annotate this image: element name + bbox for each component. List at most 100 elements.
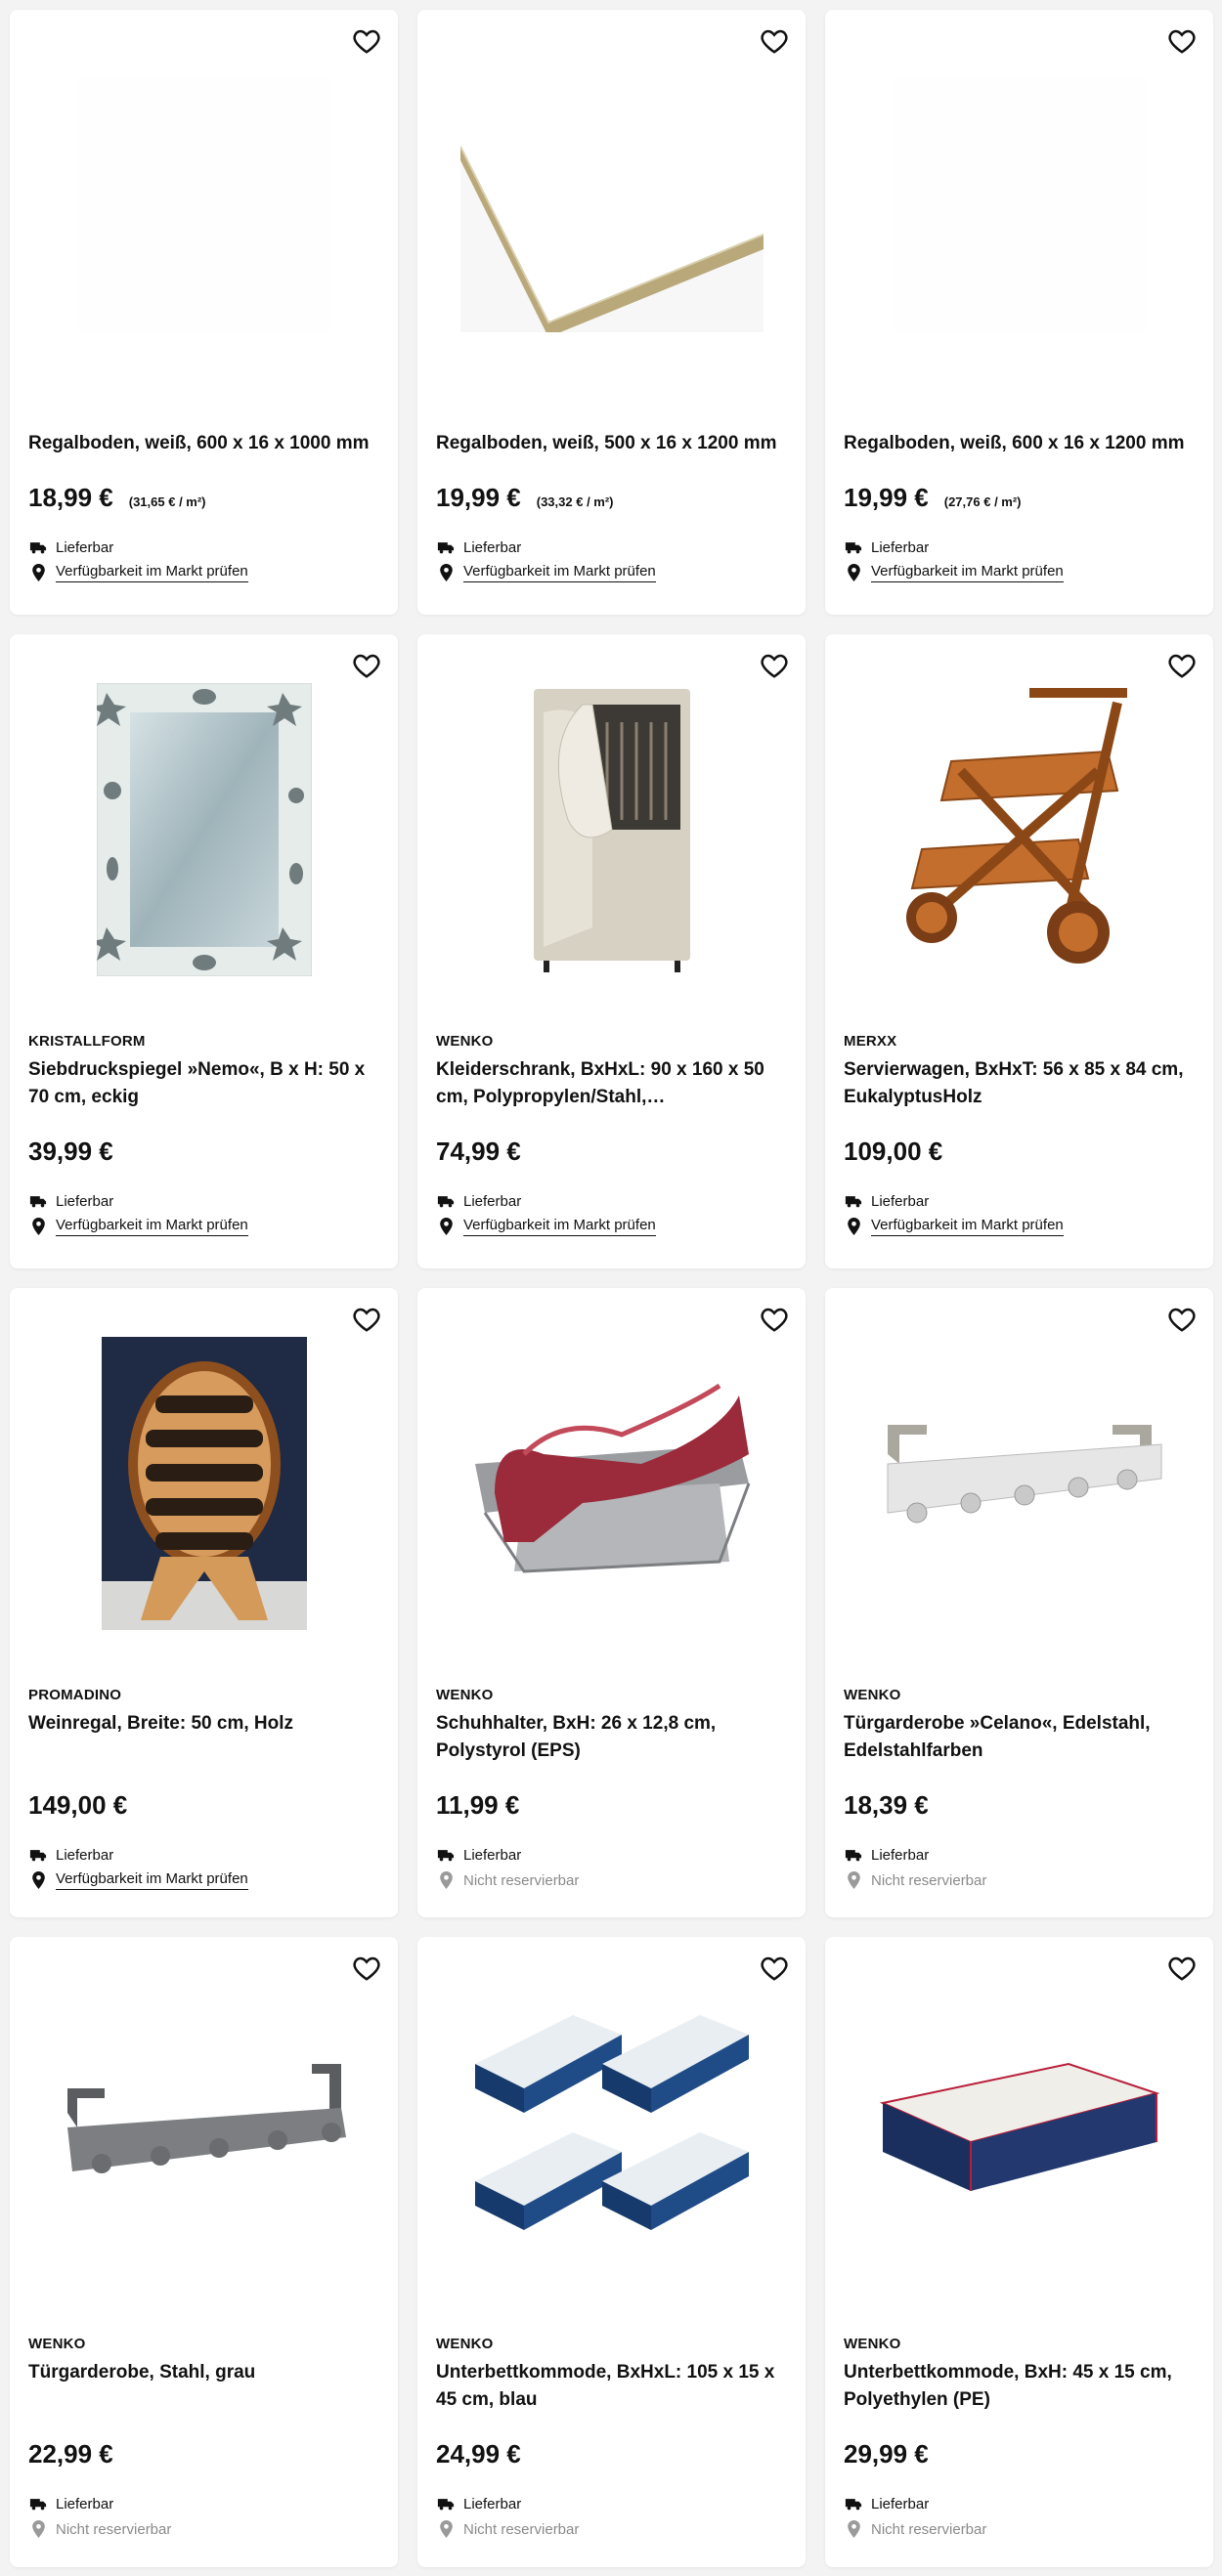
unit-price: (31,65 € / m²) xyxy=(128,494,206,509)
product-grid: Regalboden, weiß, 600 x 16 x 1000 mm 18,9… xyxy=(0,0,1222,2576)
product-title[interactable]: Regalboden, weiß, 600 x 16 x 1200 mm xyxy=(844,430,1195,457)
price-line: 18,39 € xyxy=(844,1790,1195,1821)
delivery-status: Lieferbar xyxy=(436,535,787,560)
delivery-label: Lieferbar xyxy=(871,538,930,556)
product-card[interactable]: WENKO Unterbettkommode, BxH: 45 x 15 cm, … xyxy=(825,1937,1213,2567)
product-image[interactable] xyxy=(825,1327,1213,1640)
product-card[interactable]: KRISTALLFORM Siebdruckspiegel »Nemo«, B x… xyxy=(10,634,398,1268)
product-title[interactable]: Regalboden, weiß, 600 x 16 x 1000 mm xyxy=(28,430,379,457)
product-card[interactable]: WENKO Türgarderobe, Stahl, grau 22,99 € Lie… xyxy=(10,1937,398,2567)
availability-row[interactable]: Verfügbarkeit im Markt prüfen xyxy=(28,1868,379,1893)
product-brand: WENKO xyxy=(28,2336,86,2352)
product-card[interactable]: WENKO Türgarderobe »Celano«, Edelstahl, E… xyxy=(825,1288,1213,1917)
not-reservable-label: Nicht reservierbar xyxy=(463,1871,580,1889)
delivery-label: Lieferbar xyxy=(56,1846,114,1864)
price-line: 149,00 € xyxy=(28,1790,379,1821)
product-image[interactable] xyxy=(10,1327,398,1640)
delivery-label: Lieferbar xyxy=(871,1192,930,1210)
product-card[interactable]: WENKO Unterbettkommode, BxHxL: 105 x 15 x… xyxy=(417,1937,806,2567)
availability-row[interactable]: Verfügbarkeit im Markt prüfen xyxy=(844,1214,1195,1239)
location-pin-icon xyxy=(844,1870,863,1890)
truck-icon xyxy=(28,1191,48,1211)
price-line: 18,99 € (31,65 € / m²) xyxy=(28,483,379,513)
product-title[interactable]: Servierwagen, BxHxT: 56 x 85 x 84 cm, Eu… xyxy=(844,1056,1195,1111)
delivery-label: Lieferbar xyxy=(463,538,522,556)
product-image[interactable] xyxy=(10,673,398,986)
product-brand: WENKO xyxy=(436,1033,494,1050)
availability-row[interactable]: Verfügbarkeit im Markt prüfen xyxy=(436,1214,787,1239)
product-image[interactable] xyxy=(825,1976,1213,2289)
availability-row: Nicht reservierbar xyxy=(436,2516,787,2542)
delivery-status: Lieferbar xyxy=(436,1188,787,1214)
product-price: 39,99 € xyxy=(28,1137,113,1166)
truck-icon xyxy=(844,2494,863,2513)
location-pin-icon xyxy=(28,2519,48,2539)
product-image[interactable] xyxy=(825,673,1213,986)
product-title[interactable]: Weinregal, Breite: 50 cm, Holz xyxy=(28,1710,379,1738)
price-line: 19,99 € (33,32 € / m²) xyxy=(436,483,787,513)
product-card[interactable]: PROMADINO Weinregal, Breite: 50 cm, Holz 1… xyxy=(10,1288,398,1917)
price-line: 22,99 € xyxy=(28,2439,379,2469)
availability-row[interactable]: Verfügbarkeit im Markt prüfen xyxy=(28,560,379,585)
delivery-label: Lieferbar xyxy=(56,538,114,556)
product-card[interactable]: WENKO Kleiderschrank, BxHxL: 90 x 160 x 5… xyxy=(417,634,806,1268)
product-price: 19,99 € xyxy=(436,483,521,512)
product-title[interactable]: Schuhhalter, BxH: 26 x 12,8 cm, Polystyr… xyxy=(436,1710,787,1765)
availability-row[interactable]: Verfügbarkeit im Markt prüfen xyxy=(436,560,787,585)
delivery-status: Lieferbar xyxy=(436,2491,787,2516)
check-availability-link[interactable]: Verfügbarkeit im Markt prüfen xyxy=(871,1217,1064,1236)
availability-row[interactable]: Verfügbarkeit im Markt prüfen xyxy=(28,1214,379,1239)
location-pin-icon xyxy=(28,1217,48,1236)
location-pin-icon xyxy=(28,1870,48,1890)
product-title[interactable]: Unterbettkommode, BxH: 45 x 15 cm, Polye… xyxy=(844,2359,1195,2414)
delivery-status: Lieferbar xyxy=(28,535,379,560)
availability-row: Nicht reservierbar xyxy=(436,1868,787,1893)
check-availability-link[interactable]: Verfügbarkeit im Markt prüfen xyxy=(871,563,1064,582)
product-brand: WENKO xyxy=(436,1687,494,1703)
product-title[interactable]: Regalboden, weiß, 500 x 16 x 1200 mm xyxy=(436,430,787,457)
product-brand: WENKO xyxy=(436,2336,494,2352)
product-price: 149,00 € xyxy=(28,1790,128,1820)
price-line: 29,99 € xyxy=(844,2439,1195,2469)
check-availability-link[interactable]: Verfügbarkeit im Markt prüfen xyxy=(56,1870,248,1890)
product-image[interactable] xyxy=(417,49,806,362)
product-card[interactable]: Regalboden, weiß, 600 x 16 x 1000 mm 18,9… xyxy=(10,10,398,615)
price-line: 74,99 € xyxy=(436,1137,787,1167)
product-image[interactable] xyxy=(825,49,1213,362)
delivery-status: Lieferbar xyxy=(844,1842,1195,1868)
product-title[interactable]: Türgarderobe »Celano«, Edelstahl, Edelst… xyxy=(844,1710,1195,1765)
truck-icon xyxy=(844,1845,863,1865)
check-availability-link[interactable]: Verfügbarkeit im Markt prüfen xyxy=(463,563,656,582)
product-card[interactable]: MERXX Servierwagen, BxHxT: 56 x 85 x 84 c… xyxy=(825,634,1213,1268)
product-brand: KRISTALLFORM xyxy=(28,1033,146,1050)
not-reservable-label: Nicht reservierbar xyxy=(871,2520,987,2538)
location-pin-icon xyxy=(844,1217,863,1236)
product-brand: WENKO xyxy=(844,1687,901,1703)
availability-row[interactable]: Verfügbarkeit im Markt prüfen xyxy=(844,560,1195,585)
product-title[interactable]: Kleiderschrank, BxHxL: 90 x 160 x 50 cm,… xyxy=(436,1056,787,1111)
check-availability-link[interactable]: Verfügbarkeit im Markt prüfen xyxy=(56,1217,248,1236)
product-image[interactable] xyxy=(10,49,398,362)
product-title[interactable]: Türgarderobe, Stahl, grau xyxy=(28,2359,379,2386)
price-line: 39,99 € xyxy=(28,1137,379,1167)
product-image[interactable] xyxy=(10,1976,398,2289)
delivery-status: Lieferbar xyxy=(844,1188,1195,1214)
product-price: 29,99 € xyxy=(844,2439,929,2469)
product-image[interactable] xyxy=(417,1327,806,1640)
truck-icon xyxy=(28,2494,48,2513)
check-availability-link[interactable]: Verfügbarkeit im Markt prüfen xyxy=(56,563,248,582)
product-price: 109,00 € xyxy=(844,1137,943,1166)
delivery-status: Lieferbar xyxy=(436,1842,787,1868)
product-image[interactable] xyxy=(417,673,806,986)
delivery-status: Lieferbar xyxy=(844,535,1195,560)
product-brand: WENKO xyxy=(844,2336,901,2352)
not-reservable-label: Nicht reservierbar xyxy=(56,2520,172,2538)
product-card[interactable]: Regalboden, weiß, 600 x 16 x 1200 mm 19,9… xyxy=(825,10,1213,615)
product-title[interactable]: Unterbettkommode, BxHxL: 105 x 15 x 45 c… xyxy=(436,2359,787,2414)
check-availability-link[interactable]: Verfügbarkeit im Markt prüfen xyxy=(463,1217,656,1236)
product-image[interactable] xyxy=(417,1976,806,2289)
truck-icon xyxy=(436,1191,456,1211)
product-card[interactable]: Regalboden, weiß, 500 x 16 x 1200 mm 19,9… xyxy=(417,10,806,615)
product-card[interactable]: WENKO Schuhhalter, BxH: 26 x 12,8 cm, Pol… xyxy=(417,1288,806,1917)
product-title[interactable]: Siebdruckspiegel »Nemo«, B x H: 50 x 70 … xyxy=(28,1056,379,1111)
